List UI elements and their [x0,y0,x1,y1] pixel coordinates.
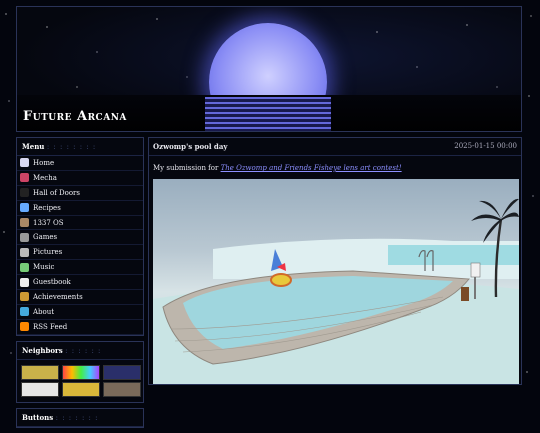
menu-item-rss-feed[interactable]: RSS Feed [17,320,143,335]
moon-reflection [205,97,331,131]
neighbor-button-3[interactable] [103,364,141,380]
pool-scene-svg [153,198,519,384]
contest-link[interactable]: The Ozwomp and Friends Fisheye lens art … [221,164,402,172]
neighbor-button-6[interactable] [103,381,141,397]
menu-item-label: Pictures [33,248,63,257]
post-header: Ozwomp's pool day 2025-01-15 00:00 [149,138,521,156]
scene-back-water [388,245,519,265]
sidebar: Menu : : : : : : : : Home Mecha Hall of Do… [16,137,144,433]
pool-render-image[interactable] [153,179,519,384]
buttons-box: Buttons : : : : : : : [16,407,144,428]
menu-item-label: About [33,307,55,316]
menu-heading: Menu : : : : : : : : [17,138,143,156]
diamond-icon [20,307,29,317]
menu-item-hall-of-doors[interactable]: Hall of Doors [17,186,143,201]
door-icon [20,188,29,198]
sign-post [474,277,476,299]
menu-box: Menu : : : : : : : : Home Mecha Hall of Do… [16,137,144,336]
site-title[interactable]: Future Arcana [23,109,127,124]
menu-item-1337-os[interactable]: 1337 OS [17,216,143,231]
post-title: Ozwomp's pool day [153,142,228,151]
palm-fronds [471,198,519,243]
float-ring [270,273,292,287]
menu-item-label: Music [33,263,55,272]
post-panel: Ozwomp's pool day 2025-01-15 00:00 My su… [148,137,522,385]
camera-icon [20,247,29,257]
neighbors-box: Neighbors : : : : : : [16,340,144,403]
pool-sign [470,262,481,278]
menu-item-recipes[interactable]: Recipes [17,201,143,216]
neighbor-button-2[interactable] [62,364,100,380]
rss-icon [20,322,29,332]
menu-item-label: Recipes [33,203,61,212]
menu-item-label: Guestbook [33,278,71,287]
post-intro-text: My submission for [153,164,221,172]
neighbors-grid [17,360,143,402]
flask-icon [20,203,29,213]
menu-item-label: Achievements [33,292,83,301]
trash-bin [461,287,469,301]
buttons-heading: Buttons : : : : : : : [17,409,143,427]
gamepad-icon [20,232,29,242]
menu-item-home[interactable]: Home [17,156,143,171]
menu-item-about[interactable]: About [17,305,143,320]
moon-icon [20,158,29,168]
menu-item-achievements[interactable]: Achievements [17,290,143,305]
menu-list: Home Mecha Hall of Doors Recipes 1337 OS Game… [17,156,143,335]
neighbor-button-4[interactable] [21,381,59,397]
site-banner: Future Arcana [16,6,522,132]
menu-item-pictures[interactable]: Pictures [17,245,143,261]
robot-icon [20,173,29,183]
menu-item-games[interactable]: Games [17,230,143,246]
trophy-icon [20,292,29,302]
menu-item-guestbook[interactable]: Guestbook [17,275,143,291]
menu-item-label: RSS Feed [33,322,68,331]
menu-item-music[interactable]: Music [17,260,143,276]
music-icon [20,262,29,272]
post-date: 2025-01-15 00:00 [454,142,517,150]
menu-item-label: Hall of Doors [33,188,80,197]
neighbors-heading: Neighbors : : : : : : [17,342,143,360]
menu-item-label: Games [33,233,58,242]
menu-item-mecha[interactable]: Mecha [17,171,143,186]
menu-item-label: Mecha [33,173,57,182]
menu-item-label: 1337 OS [33,218,64,227]
computer-icon [20,218,29,227]
menu-item-label: Home [33,158,55,167]
neighbor-button-5[interactable] [62,381,100,397]
neighbor-button-1[interactable] [21,364,59,380]
post-intro: My submission for The Ozwomp and Friends… [149,156,521,172]
envelope-icon [20,277,29,287]
